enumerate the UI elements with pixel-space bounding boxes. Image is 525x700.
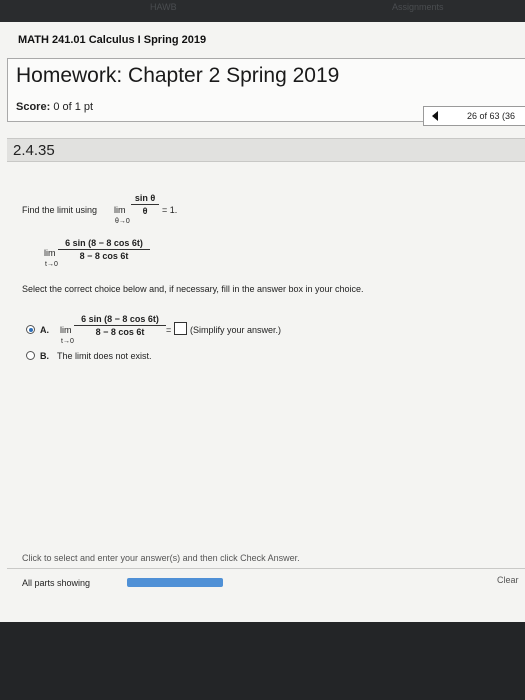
expr-lim: lim [44, 248, 56, 258]
choice-a-lim-sub: t→0 [61, 338, 74, 345]
choice-a-fraction: 6 sin (8 − 8 cos 6t) 8 − 8 cos 6t [74, 314, 166, 337]
choice-b-text[interactable]: The limit does not exist. [57, 351, 152, 361]
monitor-bezel-top: HAWB Assignments [0, 0, 525, 22]
choice-a-radio[interactable] [26, 325, 35, 334]
hint-fraction: sin θ θ [131, 193, 159, 216]
parts-showing-label: All parts showing [22, 578, 91, 588]
score-label: Score: [16, 101, 51, 113]
instruction-text: Select the correct choice below and, if … [22, 284, 364, 294]
question-number: 2.4.35 [13, 142, 55, 159]
monitor-bezel-bottom [0, 622, 525, 700]
previous-question-icon[interactable] [432, 111, 438, 121]
choice-a-equals: = [166, 325, 172, 335]
score: Score: 0 of 1 pt [16, 101, 93, 113]
browser-content: MATH 241.01 Calculus I Spring 2019 Homew… [0, 22, 525, 622]
footer-instruction: Click to select and enter your answer(s)… [22, 553, 300, 563]
clear-button[interactable]: Clear [497, 575, 519, 585]
question-number-bar: 2.4.35 [7, 138, 525, 162]
score-value: 0 of 1 pt [53, 101, 94, 113]
expr-numerator: 6 sin (8 − 8 cos 6t) [58, 238, 150, 250]
course-title: MATH 241.01 Calculus I Spring 2019 [18, 34, 207, 46]
choice-a-lim: lim [60, 325, 72, 335]
question-body: Find the limit using lim θ→0 sin θ θ = 1… [0, 162, 525, 562]
choice-a-numerator: 6 sin (8 − 8 cos 6t) [74, 314, 166, 326]
expr-denominator: 8 − 8 cos 6t [79, 251, 129, 261]
hint-denominator: θ [142, 206, 148, 216]
expr-fraction: 6 sin (8 − 8 cos 6t) 8 − 8 cos 6t [58, 238, 150, 261]
question-navigator: 26 of 63 (36 [423, 106, 525, 126]
homework-title: Homework: Chapter 2 Spring 2019 [16, 64, 340, 87]
background-tab-label-right: Assignments [392, 2, 444, 12]
footer-divider [7, 568, 525, 569]
hint-numerator: sin θ [131, 193, 159, 205]
simplify-note: (Simplify your answer.) [190, 325, 282, 335]
hint-lim-sub: θ→0 [115, 218, 130, 225]
prompt-text: Find the limit using [22, 205, 98, 215]
answer-input-box[interactable] [174, 322, 187, 335]
hint-lim: lim [114, 205, 126, 215]
choice-a-denominator: 8 − 8 cos 6t [95, 327, 145, 337]
background-tab-label: HAWB [150, 2, 177, 12]
expr-lim-sub: t→0 [45, 261, 58, 268]
choice-b-radio[interactable] [26, 351, 35, 360]
choice-b-letter[interactable]: B. [40, 351, 49, 361]
choice-a-letter[interactable]: A. [40, 325, 49, 335]
hint-tail: = 1. [162, 205, 178, 215]
parts-progress-bar [127, 578, 223, 587]
question-position[interactable]: 26 of 63 (36 [467, 111, 515, 121]
